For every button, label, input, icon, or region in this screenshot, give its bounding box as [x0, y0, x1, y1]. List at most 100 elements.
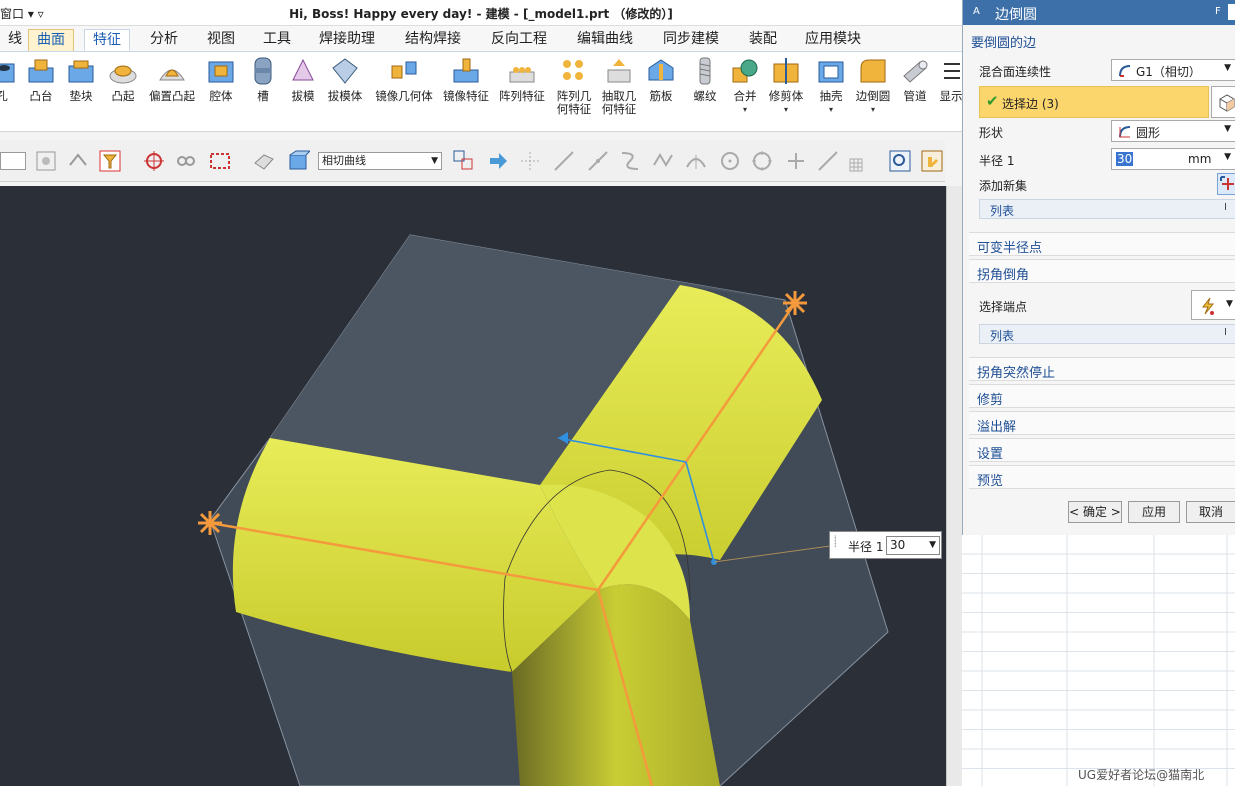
rectangle-select-icon[interactable] [208, 149, 232, 173]
tab-view[interactable]: 视图 [199, 29, 243, 51]
section-variable-radius[interactable]: 可变半径点 [969, 232, 1235, 256]
tab-applications[interactable]: 应用模块 [797, 29, 869, 51]
extract-geometry-button[interactable]: 抽取几何特征 [598, 56, 640, 116]
section-trim[interactable]: 修剪 [969, 384, 1235, 408]
tab-weld-assistant[interactable]: 焊接助理 [311, 29, 383, 51]
midpoint-snap-icon[interactable] [586, 149, 610, 173]
type-filter-icon[interactable] [98, 149, 122, 173]
tab-surface[interactable]: 曲面 [28, 29, 74, 51]
mirror-feature-icon [453, 58, 479, 83]
section-corner-setback[interactable]: 拐角倒角 [969, 259, 1235, 283]
shape-dropdown[interactable]: 圆形 ▼ [1111, 120, 1235, 142]
add-new-set-button[interactable] [1217, 173, 1235, 195]
section-overflow[interactable]: 溢出解 [969, 411, 1235, 435]
chevron-down-icon: ▼ [1226, 299, 1233, 309]
graphics-viewport[interactable] [0, 186, 946, 786]
radius-tip-value[interactable]: 30 ▼ [886, 536, 940, 555]
center-snap-icon[interactable] [718, 149, 742, 173]
radius-input[interactable]: 30 mm ▼ [1111, 148, 1235, 170]
radius-onscreen-input[interactable]: ⁞ ⁞ 半径 1 30 ▼ [829, 531, 942, 559]
zoom-window-icon[interactable] [888, 149, 912, 173]
section-edges-header[interactable]: 要倒圆的边 [971, 32, 1235, 51]
unite-icon [732, 59, 758, 83]
edge-selector-button[interactable] [1211, 86, 1235, 118]
curve-rule-dropdown[interactable]: 相切曲线 ▼ [318, 152, 442, 170]
edge-blend-button[interactable]: 边倒圆 ▾ [852, 56, 894, 116]
endpoint-marker-icon[interactable] [198, 511, 222, 535]
dialog-close-button[interactable] [1228, 4, 1235, 20]
chevron-down-icon: ▼ [1224, 63, 1231, 73]
snap-points-icon[interactable] [518, 149, 542, 173]
tab-synchronous[interactable]: 同步建模 [655, 29, 727, 51]
display-button[interactable]: 显示 [938, 56, 964, 103]
polyline-snap-icon[interactable] [652, 149, 676, 173]
dialog-title-bar[interactable]: A 边倒圆 F [963, 0, 1235, 25]
cancel-button[interactable]: 取消 [1186, 501, 1235, 523]
section-preview[interactable]: 预览 [969, 465, 1235, 489]
mirror-feature-button[interactable]: 镜像特征 [440, 56, 492, 103]
select-edge-field[interactable]: ✔ 选择边 (3) [979, 86, 1209, 118]
arc-snap-icon[interactable] [684, 149, 708, 173]
tab-reverse-engineering[interactable]: 反向工程 [483, 29, 555, 51]
select-endpoint-label: 选择端点 [979, 300, 1028, 314]
select-endpoint-button[interactable]: ▼ [1191, 290, 1235, 320]
line-snap-icon[interactable] [552, 149, 576, 173]
shell-button[interactable]: 抽壳 ▾ [814, 56, 848, 116]
curve-rule-icon[interactable] [452, 149, 476, 173]
quadrant-snap-icon[interactable] [750, 149, 774, 173]
ok-button[interactable]: < 确定 > [1068, 501, 1122, 523]
tube-button[interactable]: 管道 [898, 56, 932, 103]
intersection-snap-icon[interactable] [816, 149, 840, 173]
endpoint-marker-icon[interactable] [783, 291, 807, 315]
continuity-dropdown[interactable]: G1（相切） ▼ [1111, 59, 1235, 81]
model-view[interactable] [0, 186, 946, 786]
offset-emboss-button[interactable]: 偏置凸起 [146, 56, 198, 103]
filter-dropdown[interactable] [0, 152, 26, 170]
pattern-feature-button[interactable]: 阵列特征 [496, 56, 548, 103]
tab-edit-curve[interactable]: 编辑曲线 [569, 29, 641, 51]
tab-structure-weld[interactable]: 结构焊接 [397, 29, 469, 51]
pattern-geometry-button[interactable]: 阵列几何特征 [554, 56, 594, 116]
extract-geometry-icon [607, 59, 631, 83]
point-snap-icon[interactable] [784, 149, 808, 173]
forward-arrow-icon[interactable] [486, 149, 510, 173]
chevron-down-icon: ▼ [1224, 152, 1231, 162]
curve-snap-icon[interactable] [618, 149, 642, 173]
body-select-icon[interactable] [286, 149, 310, 173]
tab-analysis[interactable]: 分析 [142, 29, 186, 51]
snap-arrow-icon[interactable] [66, 149, 90, 173]
chain-select-icon[interactable] [174, 149, 198, 173]
face-select-icon[interactable] [252, 149, 276, 173]
mirror-geometry-icon [391, 61, 417, 79]
grid-snap-icon[interactable] [846, 149, 870, 173]
section-settings[interactable]: 设置 [969, 438, 1235, 462]
pocket-button[interactable]: 腔体 [204, 56, 238, 103]
draft-body-button[interactable]: 拔模体 [324, 56, 366, 103]
select-target-icon[interactable] [142, 149, 166, 173]
snap-view-icon[interactable] [34, 149, 58, 173]
tab-feature[interactable]: 特征 [84, 29, 130, 51]
tab-assembly[interactable]: 装配 [741, 29, 785, 51]
radius-label: 半径 1 [979, 154, 1015, 168]
draft-button[interactable]: 拔模 [286, 56, 320, 103]
continuity-icon [1119, 65, 1131, 77]
pad-button[interactable]: 垫块 [64, 56, 98, 103]
trim-body-button[interactable]: 修剪体 ▾ [766, 56, 806, 116]
rib-button[interactable]: 筋板 [644, 56, 678, 103]
boss-button[interactable]: 凸台 [24, 56, 58, 103]
tab-tools[interactable]: 工具 [255, 29, 299, 51]
tab-curve[interactable]: 线 [0, 29, 30, 51]
apply-button[interactable]: 应用 [1128, 501, 1180, 523]
unite-button[interactable]: 合并 ▾ [728, 56, 762, 116]
groove-button[interactable]: 槽 [248, 56, 278, 103]
pan-icon[interactable] [920, 149, 944, 173]
edge-set-list-header[interactable]: 列表 I [979, 199, 1235, 219]
drag-handle[interactable]: ⁞ ⁞ [834, 535, 840, 554]
section-corner-stop[interactable]: 拐角突然停止 [969, 357, 1235, 381]
thread-button[interactable]: 螺纹 [688, 56, 722, 103]
endpoint-list-header[interactable]: 列表 I [979, 324, 1235, 344]
emboss-button[interactable]: 凸起 [106, 56, 140, 103]
mirror-geometry-button[interactable]: 镜像几何体 [372, 56, 436, 103]
hole-button[interactable]: 孔 [0, 56, 15, 103]
watermark: UG爱好者论坛@猫南北 [1078, 768, 1205, 782]
